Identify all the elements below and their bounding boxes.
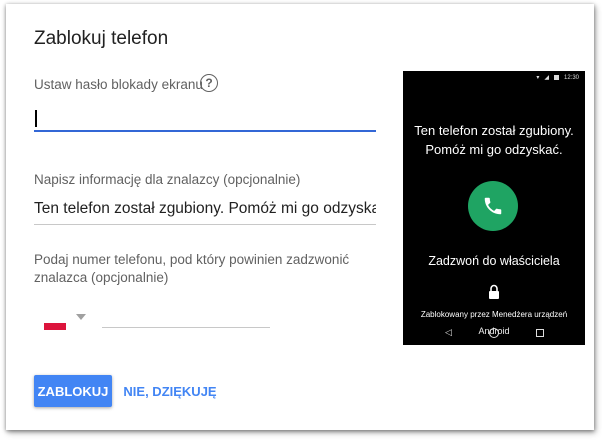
lock-screen-message: Ten telefon został zgubiony. Pomóż mi go… <box>403 121 585 159</box>
lock-phone-dialog: Zablokuj telefon Ustaw hasło blokady ekr… <box>6 4 594 430</box>
lock-icon <box>489 284 499 299</box>
password-label: Ustaw hasło blokady ekranu <box>34 77 203 92</box>
password-input[interactable] <box>34 108 376 132</box>
message-label: Napisz informację dla znalazcy (opcjonal… <box>34 172 301 187</box>
message-line-1: Ten telefon został zgubiony. <box>414 123 574 138</box>
status-time: 12:30 <box>563 74 579 81</box>
locked-by-text: Zablokowany przez Menedżera urządzeń <box>420 310 568 319</box>
help-icon[interactable]: ? <box>200 74 218 92</box>
status-bar: ▾ ◢ 12:30 <box>536 74 579 82</box>
call-owner-label: Zadzwoń do właściciela <box>428 254 560 268</box>
poland-flag-icon[interactable] <box>44 316 66 330</box>
call-owner-button <box>468 181 518 231</box>
message-line-2: Pomóż mi go odzyskać. <box>425 142 563 157</box>
phone-number-input[interactable] <box>102 307 270 328</box>
phone-preview: ▾ ◢ 12:30 Ten telefon został zgubiony. P… <box>403 71 585 345</box>
wifi-icon: ▾ <box>536 75 540 81</box>
dialog-title: Zablokuj telefon <box>34 28 169 49</box>
text-cursor <box>35 110 37 127</box>
decline-button[interactable]: NIE, DZIĘKUJĘ <box>122 375 218 407</box>
signal-icon: ◢ <box>544 75 549 81</box>
lock-button[interactable]: ZABLOKUJ <box>34 375 112 407</box>
android-label: Android <box>478 326 510 336</box>
battery-icon <box>553 75 559 80</box>
message-input[interactable]: Ten telefon został zgubiony. Pomóż mi go… <box>34 200 376 225</box>
phone-icon <box>484 197 502 215</box>
phone-number-label: Podaj numer telefonu, pod który powinien… <box>34 252 350 285</box>
country-dropdown-icon[interactable] <box>76 314 86 320</box>
